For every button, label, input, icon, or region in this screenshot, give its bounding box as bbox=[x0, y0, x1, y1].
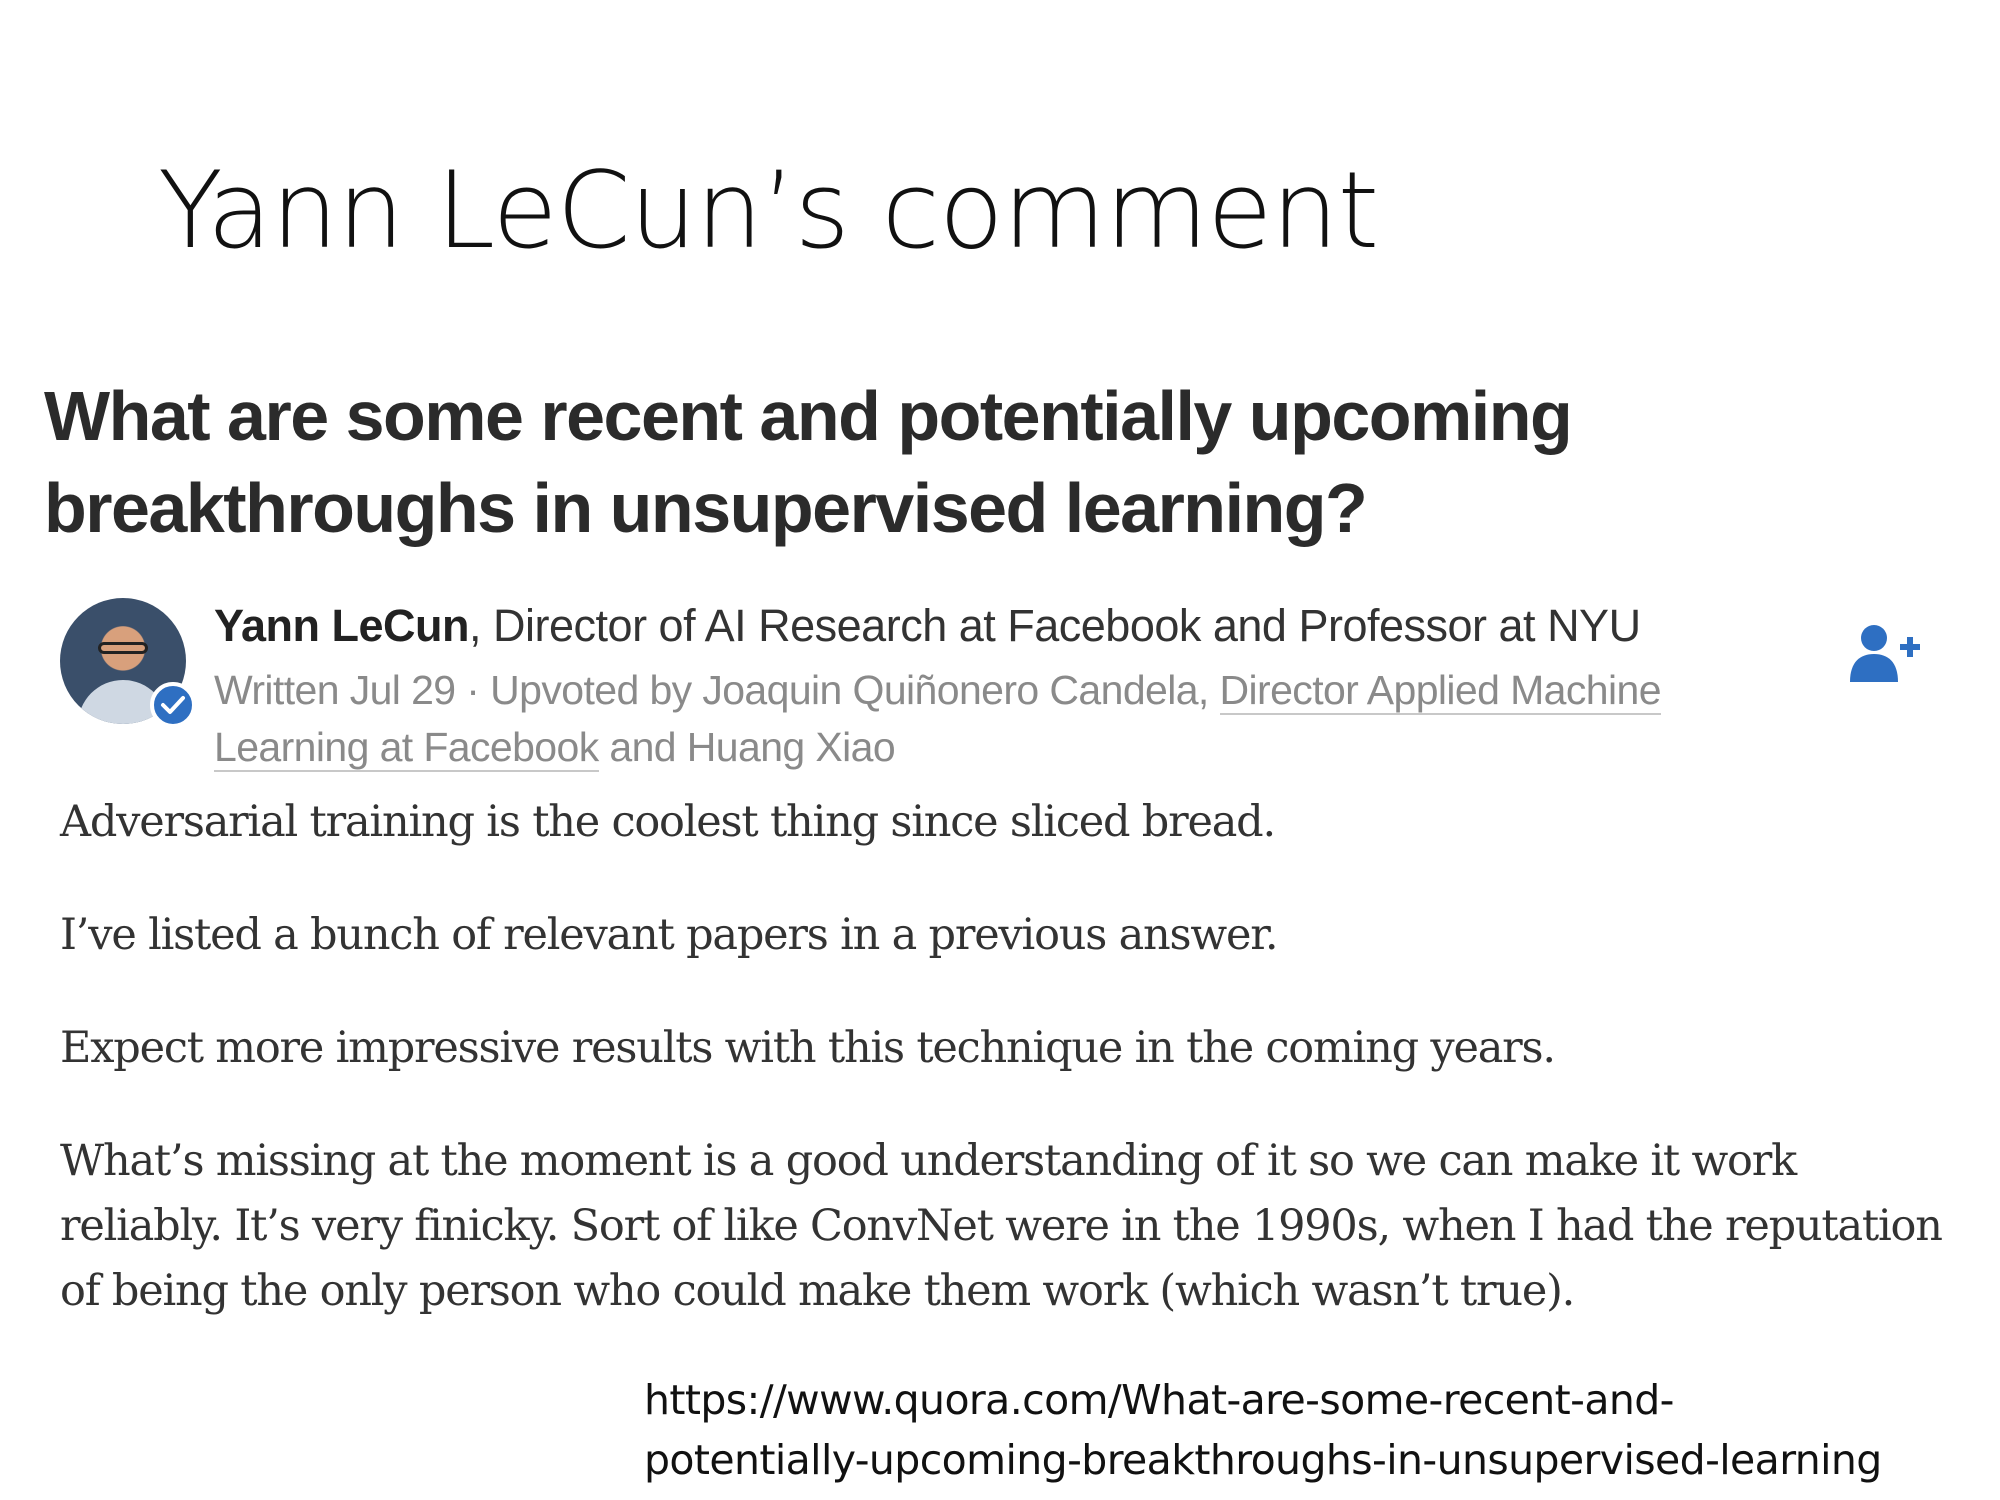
answer-body: Adversarial training is the coolest thin… bbox=[60, 790, 1960, 1324]
author-line: Yann LeCun, Director of AI Research at F… bbox=[214, 598, 1641, 654]
source-url-line-1: https://www.quora.com/What-are-some-rece… bbox=[644, 1376, 1674, 1424]
meta-prefix: Written Jul 29 · Upvoted by Joaquin Quiñ… bbox=[214, 667, 1220, 713]
answer-paragraph: I’ve listed a bunch of relevant papers i… bbox=[60, 910, 1279, 960]
avatar-glasses bbox=[98, 642, 148, 654]
source-url-line-2: potentially-upcoming-breakthroughs-in-un… bbox=[644, 1436, 1882, 1484]
source-url[interactable]: https://www.quora.com/What-are-some-rece… bbox=[644, 1370, 1882, 1490]
answer-meta: Written Jul 29 · Upvoted by Joaquin Quiñ… bbox=[214, 662, 1734, 776]
question-title[interactable]: What are some recent and potentially upc… bbox=[44, 370, 1744, 554]
author-credential: , Director of AI Research at Facebook an… bbox=[469, 600, 1641, 651]
verified-badge bbox=[150, 682, 196, 728]
add-user-icon[interactable] bbox=[1848, 622, 1924, 684]
answer-paragraph: Expect more impressive results with this… bbox=[60, 1023, 1556, 1073]
meta-suffix: and Huang Xiao bbox=[598, 724, 896, 770]
check-icon bbox=[161, 696, 185, 714]
answer-paragraph: Adversarial training is the coolest thin… bbox=[60, 797, 1276, 847]
author-name[interactable]: Yann LeCun bbox=[214, 600, 470, 651]
answer-paragraph: What’s missing at the moment is a good u… bbox=[60, 1136, 1943, 1316]
slide-title: Yann LeCun’s comment bbox=[158, 149, 1379, 272]
